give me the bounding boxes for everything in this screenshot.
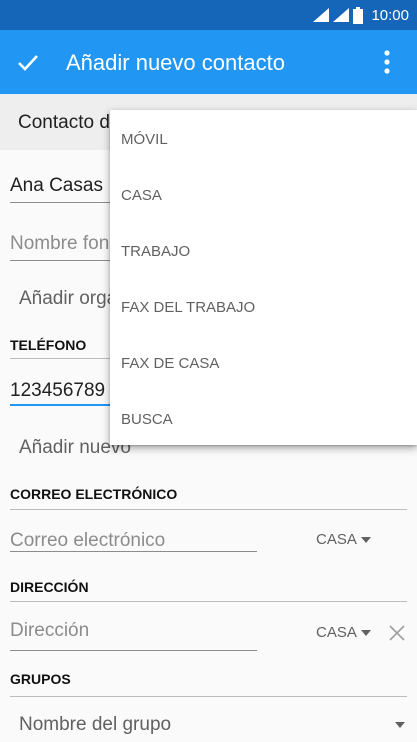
status-time: 10:00 xyxy=(371,6,409,24)
dropdown-arrow-icon[interactable] xyxy=(395,722,405,728)
address-type-label: CASA xyxy=(316,624,357,641)
signal-2-icon xyxy=(333,8,350,22)
address-underline xyxy=(10,650,257,651)
menu-item-fax-trabajo[interactable]: FAX DEL TRABAJO xyxy=(110,278,417,334)
remove-address-icon[interactable] xyxy=(388,624,406,642)
email-field[interactable]: Correo electrónico xyxy=(10,530,165,552)
app-bar: Añadir nuevo contacto xyxy=(0,30,417,94)
address-field[interactable]: Dirección xyxy=(10,620,89,642)
menu-item-busca[interactable]: BUSCA xyxy=(110,390,417,446)
menu-item-label: MÓVIL xyxy=(121,131,168,148)
status-bar: 10:00 xyxy=(0,0,417,30)
address-type-select[interactable]: CASA xyxy=(316,624,371,641)
menu-item-label: CASA xyxy=(121,187,162,204)
phone-type-menu: MÓVIL CASA TRABAJO FAX DEL TRABAJO FAX D… xyxy=(110,110,417,445)
menu-item-label: FAX DEL TRABAJO xyxy=(121,299,256,316)
phonetic-name-field[interactable]: Nombre fonético xyxy=(10,233,110,255)
more-options-icon[interactable] xyxy=(375,48,399,76)
battery-icon xyxy=(353,6,364,24)
email-divider xyxy=(10,509,407,510)
signal-icon xyxy=(313,8,330,22)
name-underline xyxy=(10,202,110,203)
address-section-header: DIRECCIÓN xyxy=(10,579,89,595)
phone-section-header: TELÉFONO xyxy=(10,337,87,353)
groups-divider xyxy=(10,696,407,697)
menu-item-label: TRABAJO xyxy=(121,243,191,260)
group-name-select[interactable]: Nombre del grupo xyxy=(19,714,171,736)
phonetic-underline xyxy=(10,260,110,261)
menu-item-label: FAX DE CASA xyxy=(121,355,220,372)
page-title: Añadir nuevo contacto xyxy=(66,50,285,75)
menu-item-label: BUSCA xyxy=(121,411,173,428)
menu-item-casa[interactable]: CASA xyxy=(110,166,417,222)
menu-item-movil[interactable]: MÓVIL xyxy=(110,110,417,166)
menu-item-trabajo[interactable]: TRABAJO xyxy=(110,222,417,278)
save-check-icon[interactable] xyxy=(14,48,42,76)
email-section-header: CORREO ELECTRÓNICO xyxy=(10,486,178,502)
name-field[interactable]: Ana Casas xyxy=(10,175,110,197)
groups-section-header: GRUPOS xyxy=(10,671,71,687)
email-underline xyxy=(10,551,257,552)
status-icons: 10:00 xyxy=(313,6,409,24)
address-divider xyxy=(10,601,407,602)
phone-field[interactable]: 123456789 xyxy=(10,380,110,402)
email-type-select[interactable]: CASA xyxy=(316,531,371,548)
menu-item-fax-casa[interactable]: FAX DE CASA xyxy=(110,334,417,390)
email-type-label: CASA xyxy=(316,531,357,548)
dropdown-arrow-icon xyxy=(360,536,371,543)
phone-underline xyxy=(10,404,110,406)
add-organization-button[interactable]: Añadir organización xyxy=(19,288,110,310)
dropdown-arrow-icon xyxy=(360,629,371,636)
